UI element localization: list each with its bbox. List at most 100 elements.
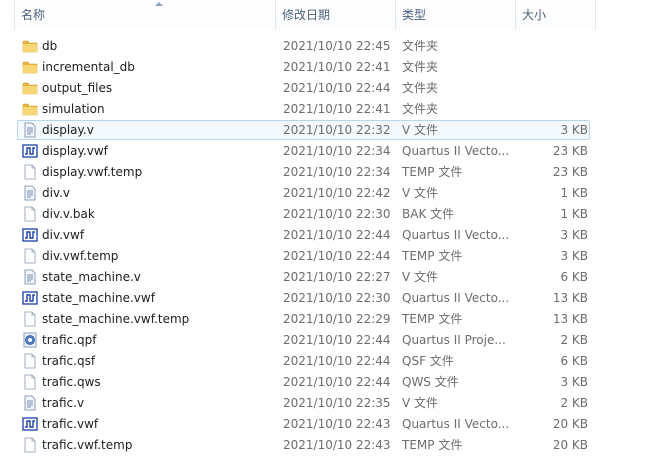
file-size: 3 KB bbox=[560, 249, 588, 263]
file-name: display.v bbox=[42, 123, 94, 137]
file-type: 文件夹 bbox=[402, 81, 439, 95]
waveform-file-icon bbox=[22, 143, 38, 159]
file-row[interactable]: state_machine.vwf 2021/10/10 22:30 Quartus… bbox=[0, 288, 658, 309]
folder-icon bbox=[22, 101, 38, 117]
file-type: V 文件 bbox=[402, 270, 439, 284]
file-row[interactable]: db 2021/10/10 22:45 文件夹 bbox=[0, 36, 658, 57]
file-row[interactable]: state_machine.vwf.temp 2021/10/10 22:29 TE… bbox=[0, 309, 658, 330]
column-header-type-label: 类型 bbox=[402, 8, 427, 22]
file-name: display.vwf bbox=[42, 144, 108, 158]
file-name: trafic.vwf bbox=[42, 417, 99, 431]
blank-file-icon bbox=[22, 437, 38, 453]
file-list: db 2021/10/10 22:45 文件夹 incremental_db 2021/… bbox=[0, 36, 658, 456]
blank-file-icon bbox=[22, 248, 38, 264]
file-name: trafic.qpf bbox=[42, 333, 97, 347]
file-row[interactable]: trafic.v 2021/10/10 22:35 V 文件 2 KB bbox=[0, 393, 658, 414]
file-size bbox=[516, 78, 588, 99]
file-type: V 文件 bbox=[402, 123, 439, 137]
file-type: TEMP 文件 bbox=[402, 165, 463, 179]
file-name: display.vwf.temp bbox=[42, 165, 143, 179]
text-file-icon bbox=[22, 185, 38, 201]
file-row[interactable]: display.vwf 2021/10/10 22:34 Quartus II Ve… bbox=[0, 141, 658, 162]
file-row[interactable]: trafic.qpf 2021/10/10 22:44 Quartus II Pro… bbox=[0, 330, 658, 351]
file-size: 1 KB bbox=[560, 207, 588, 221]
file-row[interactable]: div.v.bak 2021/10/10 22:30 BAK 文件 1 KB bbox=[0, 204, 658, 225]
file-name: state_machine.vwf bbox=[42, 291, 155, 305]
file-row[interactable]: div.v 2021/10/10 22:42 V 文件 1 KB bbox=[0, 183, 658, 204]
file-date: 2021/10/10 22:44 bbox=[283, 333, 391, 347]
file-size: 23 KB bbox=[552, 144, 588, 158]
file-name: output_files bbox=[42, 81, 113, 95]
column-header-type[interactable]: 类型 bbox=[396, 0, 516, 30]
column-header-bar: 名称 修改日期 类型 大小 bbox=[0, 0, 658, 30]
file-type: Quartus II Vecto... bbox=[402, 228, 510, 242]
file-name: incremental_db bbox=[42, 60, 135, 74]
file-type: TEMP 文件 bbox=[402, 438, 463, 452]
file-date: 2021/10/10 22:44 bbox=[283, 249, 391, 263]
folder-icon bbox=[22, 59, 38, 75]
file-size: 1 KB bbox=[560, 186, 588, 200]
blank-file-icon bbox=[22, 374, 38, 390]
file-type: Quartus II Vecto... bbox=[402, 417, 510, 431]
file-date: 2021/10/10 22:42 bbox=[283, 186, 391, 200]
file-row[interactable]: state_machine.v 2021/10/10 22:27 V 文件 6 KB bbox=[0, 267, 658, 288]
file-row[interactable]: trafic.vwf 2021/10/10 22:43 Quartus II Vec… bbox=[0, 414, 658, 435]
file-size: 3 KB bbox=[560, 228, 588, 242]
blank-file-icon bbox=[22, 206, 38, 222]
file-type: 文件夹 bbox=[402, 60, 439, 74]
file-row[interactable]: display.vwf.temp 2021/10/10 22:34 TEMP 文件 2… bbox=[0, 162, 658, 183]
file-name: trafic.v bbox=[42, 396, 85, 410]
file-date: 2021/10/10 22:30 bbox=[283, 207, 391, 221]
file-row[interactable]: trafic.qws 2021/10/10 22:44 QWS 文件 3 KB bbox=[0, 372, 658, 393]
file-date: 2021/10/10 22:43 bbox=[283, 438, 391, 452]
file-row[interactable]: div.vwf.temp 2021/10/10 22:44 TEMP 文件 3 KB bbox=[0, 246, 658, 267]
file-date: 2021/10/10 22:41 bbox=[283, 60, 391, 74]
column-header-date-label: 修改日期 bbox=[282, 8, 331, 22]
file-name: db bbox=[42, 39, 58, 53]
file-row[interactable]: trafic.qsf 2021/10/10 22:44 QSF 文件 6 KB bbox=[0, 351, 658, 372]
file-row[interactable]: output_files 2021/10/10 22:44 文件夹 bbox=[0, 78, 658, 99]
file-type: BAK 文件 bbox=[402, 207, 455, 221]
file-row[interactable]: trafic.vwf.temp 2021/10/10 22:43 TEMP 文件 20… bbox=[0, 435, 658, 456]
file-name: trafic.qsf bbox=[42, 354, 96, 368]
file-type: QSF 文件 bbox=[402, 354, 454, 368]
file-name: div.vwf.temp bbox=[42, 249, 119, 263]
file-date: 2021/10/10 22:44 bbox=[283, 375, 391, 389]
file-date: 2021/10/10 22:32 bbox=[283, 123, 391, 137]
file-size: 3 KB bbox=[560, 375, 588, 389]
column-header-size-label: 大小 bbox=[522, 8, 547, 22]
file-type: Quartus II Vecto... bbox=[402, 144, 510, 158]
file-name: div.vwf bbox=[42, 228, 85, 242]
file-size: 20 KB bbox=[552, 438, 588, 452]
file-date: 2021/10/10 22:44 bbox=[283, 81, 391, 95]
file-size: 2 KB bbox=[560, 396, 588, 410]
file-explorer: 名称 修改日期 类型 大小 db 2021/10/10 22:45 文件夹 incre… bbox=[0, 0, 658, 469]
file-date: 2021/10/10 22:27 bbox=[283, 270, 391, 284]
file-size: 23 KB bbox=[552, 165, 588, 179]
file-row[interactable]: display.v 2021/10/10 22:32 V 文件 3 KB bbox=[0, 120, 658, 141]
file-name: state_machine.vwf.temp bbox=[42, 312, 190, 326]
file-size bbox=[516, 99, 588, 120]
text-file-icon bbox=[22, 122, 38, 138]
file-type: QWS 文件 bbox=[402, 375, 459, 389]
file-type: TEMP 文件 bbox=[402, 249, 463, 263]
waveform-file-icon bbox=[22, 227, 38, 243]
file-size bbox=[516, 36, 588, 57]
file-size: 2 KB bbox=[560, 333, 588, 347]
text-file-icon bbox=[22, 395, 38, 411]
quartus-project-icon bbox=[22, 332, 38, 348]
file-row[interactable]: incremental_db 2021/10/10 22:41 文件夹 bbox=[0, 57, 658, 78]
column-header-size[interactable]: 大小 bbox=[516, 0, 596, 30]
file-size: 6 KB bbox=[560, 270, 588, 284]
file-row[interactable]: div.vwf 2021/10/10 22:44 Quartus II Vecto.… bbox=[0, 225, 658, 246]
file-row[interactable]: simulation 2021/10/10 22:41 文件夹 bbox=[0, 99, 658, 120]
column-header-name[interactable]: 名称 bbox=[14, 0, 276, 30]
file-type: Quartus II Vecto... bbox=[402, 291, 510, 305]
folder-icon bbox=[22, 38, 38, 54]
file-date: 2021/10/10 22:29 bbox=[283, 312, 391, 326]
file-name: div.v.bak bbox=[42, 207, 95, 221]
file-date: 2021/10/10 22:41 bbox=[283, 102, 391, 116]
column-header-date[interactable]: 修改日期 bbox=[276, 0, 396, 30]
file-type: 文件夹 bbox=[402, 102, 439, 116]
file-date: 2021/10/10 22:43 bbox=[283, 417, 391, 431]
